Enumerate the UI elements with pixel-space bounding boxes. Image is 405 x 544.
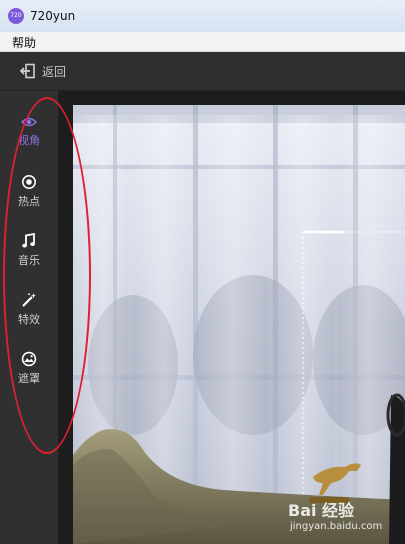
toolbar: 返回 — [0, 52, 405, 91]
music-note-icon — [22, 233, 35, 248]
window-title: 720yun — [30, 9, 76, 23]
sidebar-item-label: 视角 — [18, 134, 40, 147]
back-exit-icon — [20, 63, 35, 79]
magic-wand-icon — [22, 293, 36, 307]
sidebar-item-view[interactable]: 视角 — [0, 115, 58, 165]
window-titlebar: 720 720yun — [0, 0, 405, 33]
sidebar-item-effects[interactable]: 特效 — [0, 292, 58, 342]
watermark: Bai 经验 jingyan.baidu.com — [288, 497, 400, 539]
eye-icon — [21, 117, 37, 127]
sidebar-item-music[interactable]: 音乐 — [0, 233, 58, 283]
sidebar-item-label: 特效 — [18, 313, 40, 326]
image-icon — [21, 351, 37, 367]
menu-bar: 帮助 — [0, 32, 405, 52]
sidebar-item-hotspot[interactable]: 热点 — [0, 174, 58, 224]
target-icon — [22, 175, 36, 189]
panorama-scene — [73, 105, 405, 544]
panorama-viewport[interactable] — [59, 91, 405, 544]
watermark-brand: Bai 经验 — [288, 501, 355, 520]
app-logo: 720 — [8, 8, 24, 24]
back-label: 返回 — [42, 64, 67, 79]
watermark-url: jingyan.baidu.com — [290, 521, 383, 532]
menu-help[interactable]: 帮助 — [12, 34, 36, 51]
back-button[interactable]: 返回 — [20, 61, 66, 81]
sidebar-item-mask[interactable]: 遮罩 — [0, 351, 58, 401]
sidebar-item-label: 遮罩 — [18, 372, 40, 385]
sidebar-item-label: 热点 — [18, 195, 40, 208]
panorama-image[interactable] — [73, 105, 405, 544]
sidebar-item-label: 音乐 — [18, 254, 40, 267]
sidebar: 视角 热点 音乐 特效 遮罩 — [0, 91, 59, 544]
